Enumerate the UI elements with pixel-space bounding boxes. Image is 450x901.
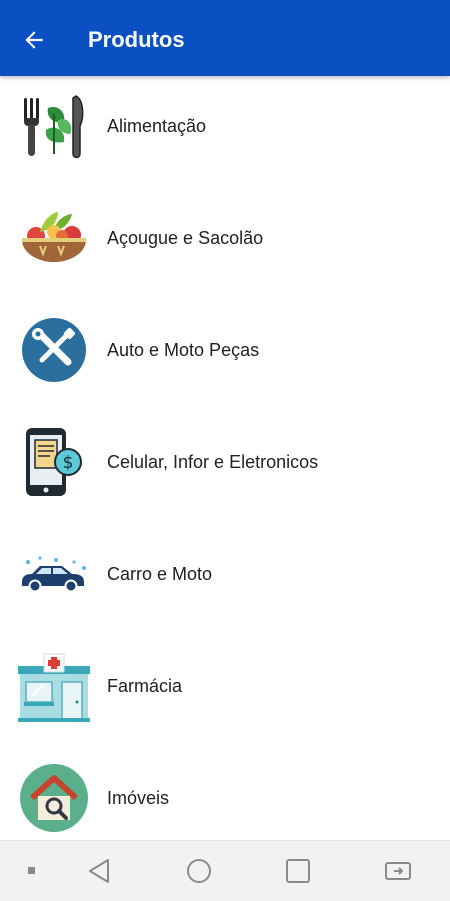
category-label: Imóveis [107,788,170,808]
category-label: Carro e Moto [107,564,213,584]
category-item-auto-moto-pecas[interactable]: Auto e Moto Peças [0,300,450,412]
back-button[interactable] [12,22,56,58]
house-search-icon [20,764,88,832]
pharmacy-building-icon [18,653,90,722]
phone-dollar-icon: $ [26,428,82,496]
fork-knife-leaf-icon [24,95,84,159]
dot-icon [28,867,35,874]
category-item-farmacia[interactable]: Farmácia [0,636,450,748]
category-label: Açougue e Sacolão [107,228,264,248]
system-nav-bar [0,840,450,901]
wrench-screwdriver-icon [22,318,86,382]
rotate-screen-icon[interactable] [382,855,414,887]
app-bar: Produtos [0,0,450,76]
category-item-alimentacao[interactable]: Alimentação [0,76,450,188]
category-item-celular-infor-eletronicos[interactable]: $ Celular, Infor e Eletronicos [0,412,450,524]
arrow-left-icon [25,31,43,49]
category-label: Alimentação [107,116,207,136]
category-item-acougue-sacolao[interactable]: Açougue e Sacolão [0,188,450,300]
recents-square-icon[interactable] [282,855,314,887]
svg-text:$: $ [63,453,74,473]
car-icon [22,556,86,593]
category-label: Celular, Infor e Eletronicos [107,452,319,472]
salad-bowl-icon [22,212,86,262]
category-label: Auto e Moto Peças [107,340,260,360]
category-list: Alimentação Açougue e Sacolão Auto e Mot… [0,76,450,860]
page-title: Produtos [88,27,185,52]
back-triangle-icon[interactable] [84,855,116,887]
home-circle-icon[interactable] [183,855,215,887]
category-item-carro-moto[interactable]: Carro e Moto [0,524,450,636]
category-label: Farmácia [107,676,183,696]
